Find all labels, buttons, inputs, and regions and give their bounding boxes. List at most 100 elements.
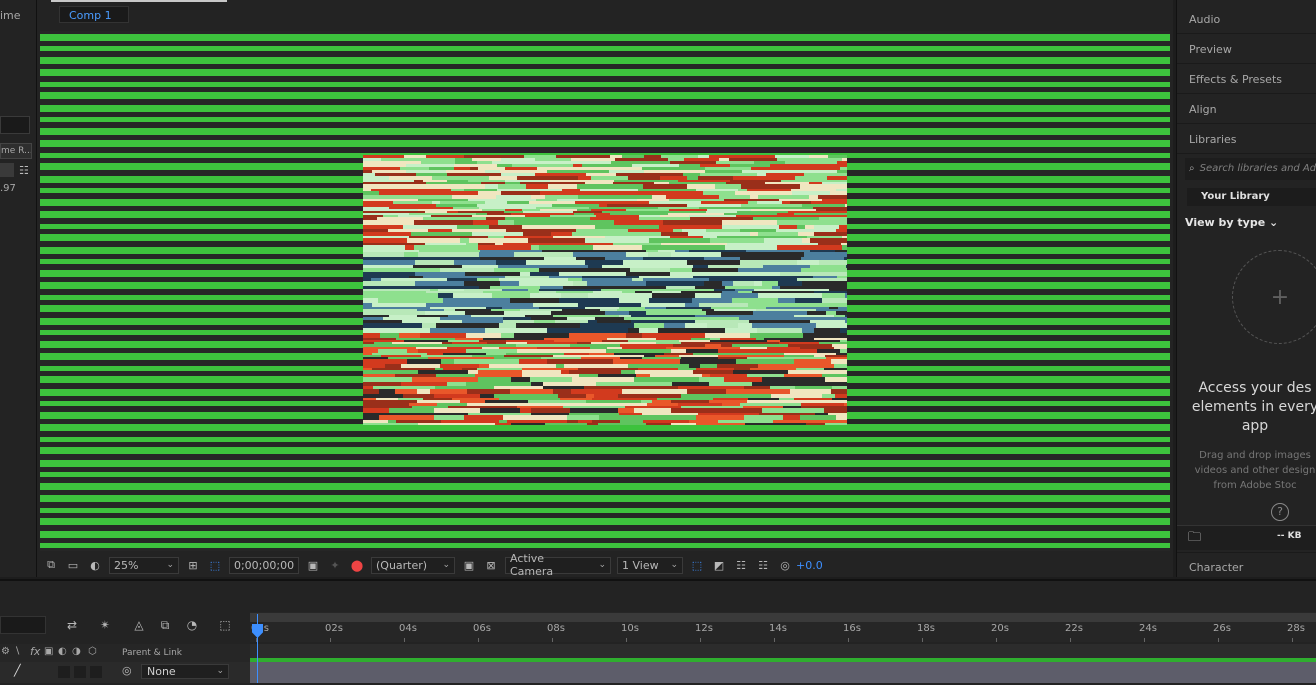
glitch-block [638,368,678,370]
flowchart-icon[interactable]: ☷ [19,164,29,177]
panel-align[interactable]: Align [1177,95,1316,124]
glitch-block [363,176,389,180]
parent-dropdown[interactable]: None ⌄ [141,664,229,679]
glitch-block [485,400,528,403]
frame-blend-icon[interactable]: ▣ [44,646,53,657]
glitch-block [578,176,591,180]
show-snapshot-icon[interactable]: ✦ [326,556,344,574]
glitch-block [466,333,501,338]
glitch-block [447,278,477,281]
motion-blur-icon[interactable]: ◔ [183,617,201,633]
composition-canvas[interactable] [40,31,1170,551]
fast-draft-icon[interactable]: ◩ [710,556,728,574]
glitch-block [363,370,418,374]
glitch-block [663,220,722,225]
comp-tab[interactable]: Comp 1 [59,6,129,23]
glitch-block [795,176,827,180]
composition-flowchart-icon[interactable]: ⇄ [63,617,81,633]
glitch-block [580,323,634,328]
switch-box[interactable] [74,666,86,678]
panel-character[interactable]: Character [1177,552,1316,577]
glitch-block [363,268,426,272]
motion-blur-icon[interactable]: ◐ [58,646,67,657]
glitch-block [800,347,834,349]
timeline-icon[interactable]: ☷ [732,556,750,574]
glitch-block [647,403,678,406]
flowchart-icon[interactable]: ☷ [754,556,772,574]
graph-editor-icon[interactable]: ⬚ [216,617,234,633]
glitch-block [463,423,495,425]
folder-icon[interactable]: 🗀 [1188,528,1201,550]
always-preview-icon[interactable]: ⧉ [42,556,60,574]
resolution-dropdown[interactable]: (Quarter) ⌄ [371,556,455,574]
row-swatch [0,163,14,177]
transparency-grid-icon[interactable]: ⊠ [482,556,500,574]
timecode-field[interactable]: 0;00;00;00 [229,556,299,574]
glitch-block [417,389,430,394]
shy-icon[interactable]: ∖ [14,646,20,657]
camera-snapshot-icon[interactable]: ▣ [304,556,322,574]
3d-layer-icon[interactable]: ⬡ [88,646,97,657]
panel-effects-presets[interactable]: Effects & Presets [1177,65,1316,94]
glitch-block [658,207,699,209]
region-of-interest-icon[interactable]: ⬚ [206,556,224,574]
pen-icon[interactable]: ╱ [14,664,21,677]
glitch-block [825,377,847,382]
channel-icon[interactable]: ⬤ [348,556,366,574]
glitch-block [483,338,544,340]
camera-dropdown[interactable]: Active Camera ⌄ [505,552,611,578]
views-dropdown[interactable]: 1 View ⌄ [617,556,683,574]
glitch-block [595,225,659,229]
fx-icon[interactable]: fx [30,645,40,658]
glitch-block [545,225,563,229]
monitor-icon[interactable]: ▭ [64,556,82,574]
glitch-block [829,307,838,309]
glitch-block [814,355,825,357]
glitch-block [746,250,810,252]
switch-box[interactable] [58,666,70,678]
frame-blending-icon[interactable]: ⧉ [156,617,174,633]
glitch-block [479,364,489,368]
your-library-dropdown[interactable]: Your Library [1187,188,1316,206]
column-header[interactable]: me R... [0,143,32,159]
timeline-search-input[interactable] [0,616,46,634]
adjustment-icon[interactable]: ◑ [72,646,81,657]
fit-icon[interactable]: ⊞ [184,556,202,574]
toggle-pixel-aspect-icon[interactable]: ⬚ [688,556,706,574]
add-element-button[interactable]: + [1232,250,1316,344]
draft-3d-icon[interactable]: ✴ [96,617,114,633]
glitch-block [593,291,622,293]
fast-previews-icon[interactable]: ▣ [460,556,478,574]
exposure-reset-icon[interactable]: ◎ [776,556,794,574]
view-by-type-dropdown[interactable]: View by type ⌄ [1185,216,1278,229]
exposure-value[interactable]: +0.0 [796,559,823,572]
glitch-block [693,370,733,374]
work-area-bar[interactable] [250,613,1316,622]
project-search-input[interactable] [0,116,30,134]
glitch-block [832,386,847,389]
glitch-block [834,333,847,338]
mask-icon[interactable]: ◐ [86,556,104,574]
glitch-block [363,199,418,201]
panel-audio[interactable]: Audio [1177,5,1316,34]
library-search-input[interactable]: ⌕ Search libraries and Adobe [1185,158,1316,180]
pick-whip-icon[interactable]: ◎ [122,664,132,677]
gear-icon[interactable]: ⚙ [1,646,10,657]
glitch-block [551,232,572,236]
glitch-block [406,189,451,191]
help-icon[interactable]: ? [1271,503,1289,521]
zoom-dropdown[interactable]: 25% ⌄ [109,556,179,574]
glitch-block [605,257,643,260]
switch-box[interactable] [90,666,102,678]
glitch-block [363,328,430,333]
glitch-block [814,291,847,293]
tick-label: 10s [621,623,639,634]
glitch-block [492,293,507,298]
glitch-block [560,398,592,400]
glitch-block [814,225,839,229]
shy-layers-icon[interactable]: ◬ [130,617,148,633]
panel-libraries[interactable]: Libraries [1177,125,1316,154]
glitch-block [705,170,742,173]
layer-duration-bar[interactable] [250,662,1316,683]
panel-preview[interactable]: Preview [1177,35,1316,64]
